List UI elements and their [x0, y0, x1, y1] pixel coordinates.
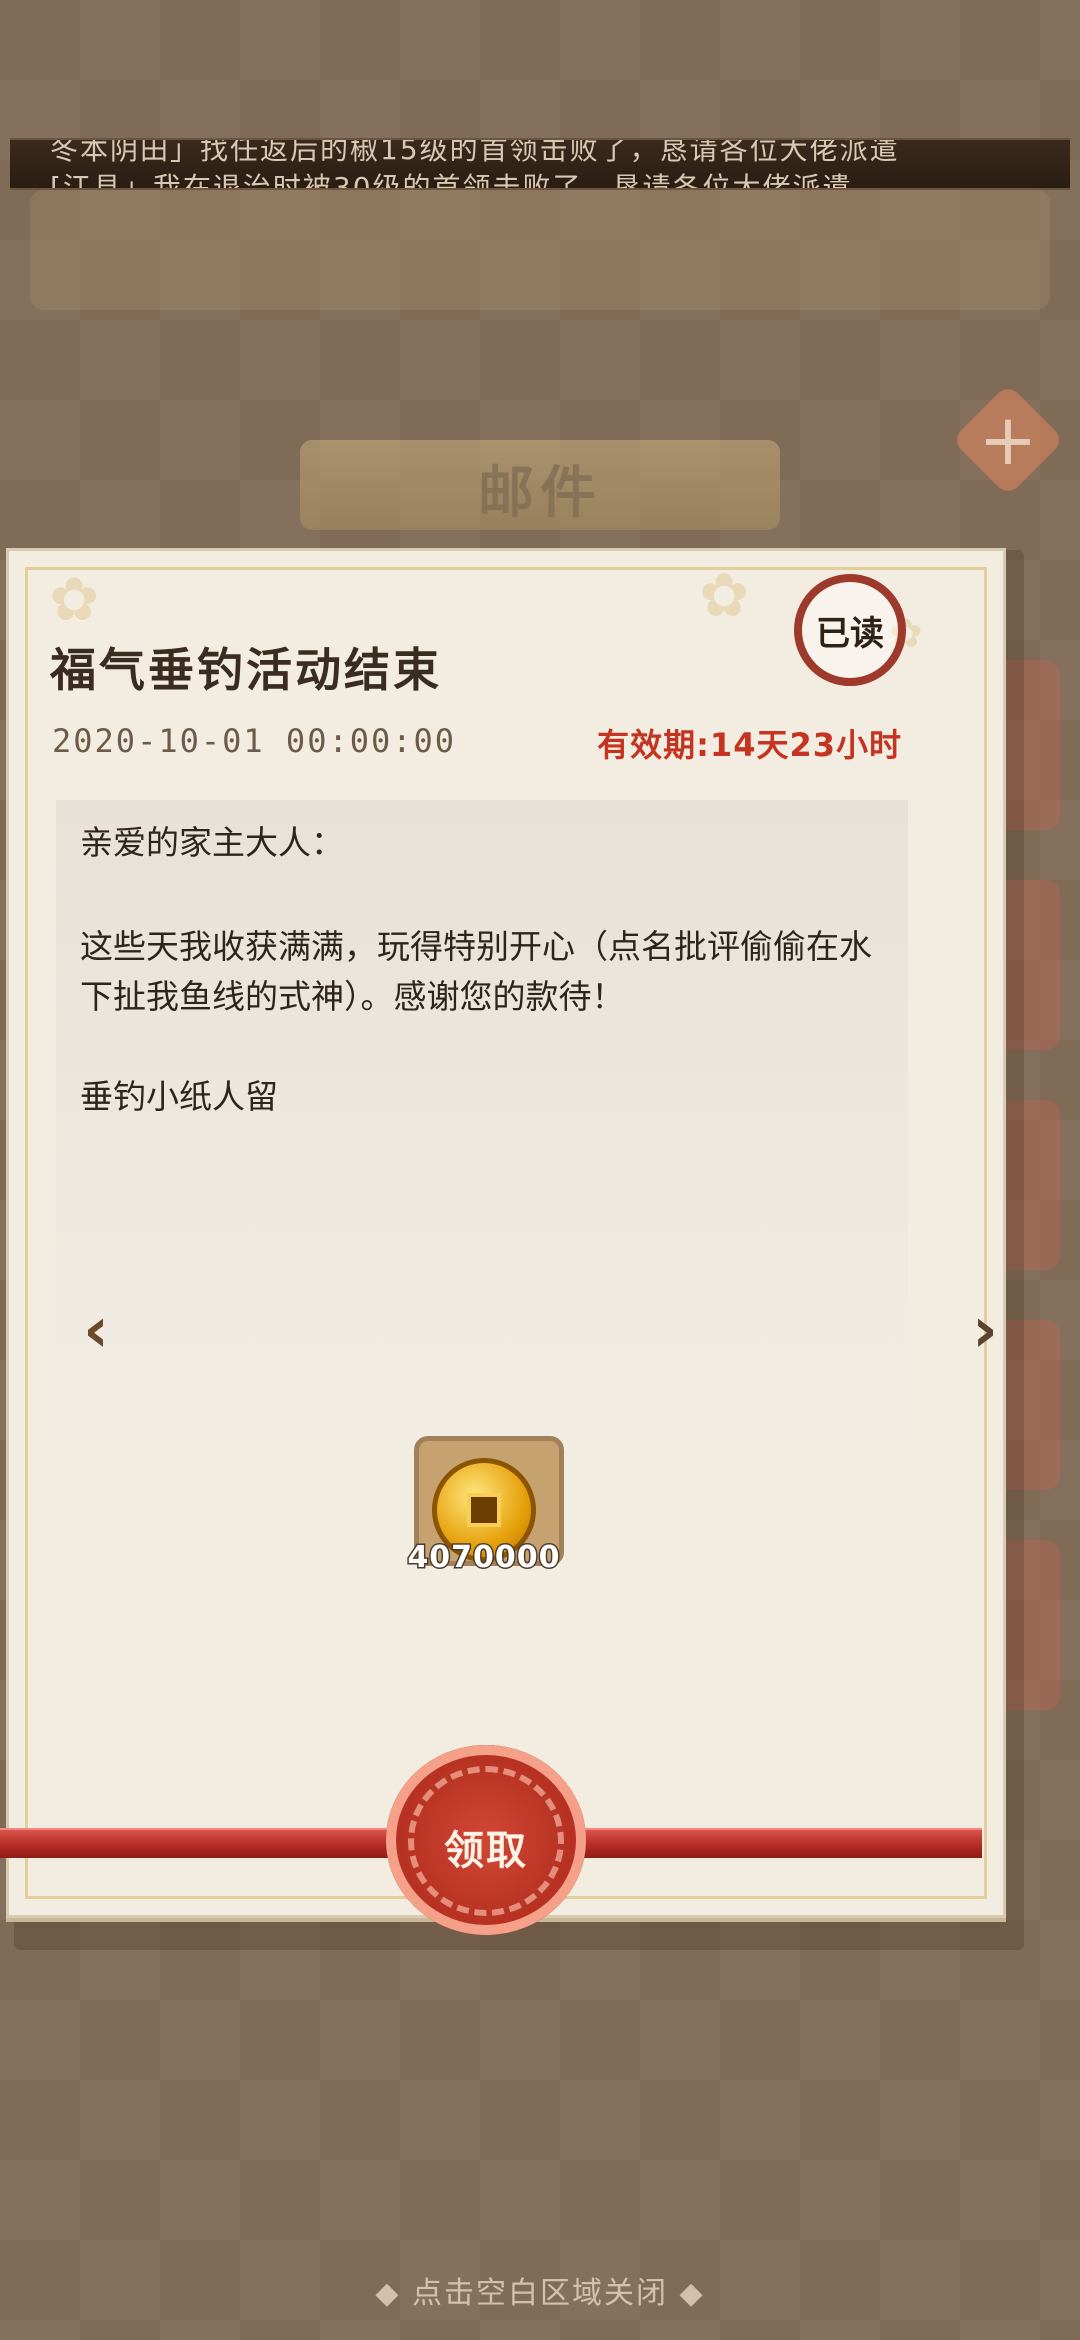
marquee-line: 冬本阴田」找任返后的椒15级的首领击败了，恳请各位大佬派遣 [50, 138, 900, 166]
claim-button-label[interactable]: 领取 [386, 1818, 586, 1876]
sakura-icon: ✿ [699, 561, 750, 631]
chevron-right-icon[interactable]: › [955, 1299, 1015, 1361]
mail-title: 邮件 [478, 461, 602, 526]
letter-greeting: 亲爱的家主大人： [80, 823, 344, 862]
chevron-left-icon[interactable]: ‹ [66, 1299, 126, 1361]
coin-hole [467, 1493, 501, 1527]
sakura-icon: ✿ [49, 565, 100, 635]
close-hint: ◆ 点击空白区域关闭 ◆ [375, 2276, 705, 2311]
announcement-marquee: 冬本阴田」找任返后的椒15级的首领击败了，恳请各位大佬派遣 [江县」我在退治时被… [10, 138, 1070, 190]
marquee-line: [江县」我在退治时被30级的首领击败了，恳请各位大佬派遣 [50, 171, 853, 190]
letter-signature: 垂钓小纸人留 [80, 1077, 278, 1116]
close-button[interactable]: + [968, 400, 1048, 480]
letter-date: 2020-10-01 00:00:00 [52, 722, 457, 760]
reward-count: 4070000 [406, 1539, 561, 1577]
background-ui-strip [30, 190, 1050, 310]
letter-body: 这些天我收获满满，玩得特别开心（点名批评偷偷在水下扯我鱼线的式神）。感谢您的款待… [80, 927, 872, 1016]
letter-expire: 有效期:14天23小时 [597, 726, 902, 764]
read-status-badge: 已读 [816, 614, 884, 654]
letter-title: 福气垂钓活动结束 [50, 643, 442, 697]
